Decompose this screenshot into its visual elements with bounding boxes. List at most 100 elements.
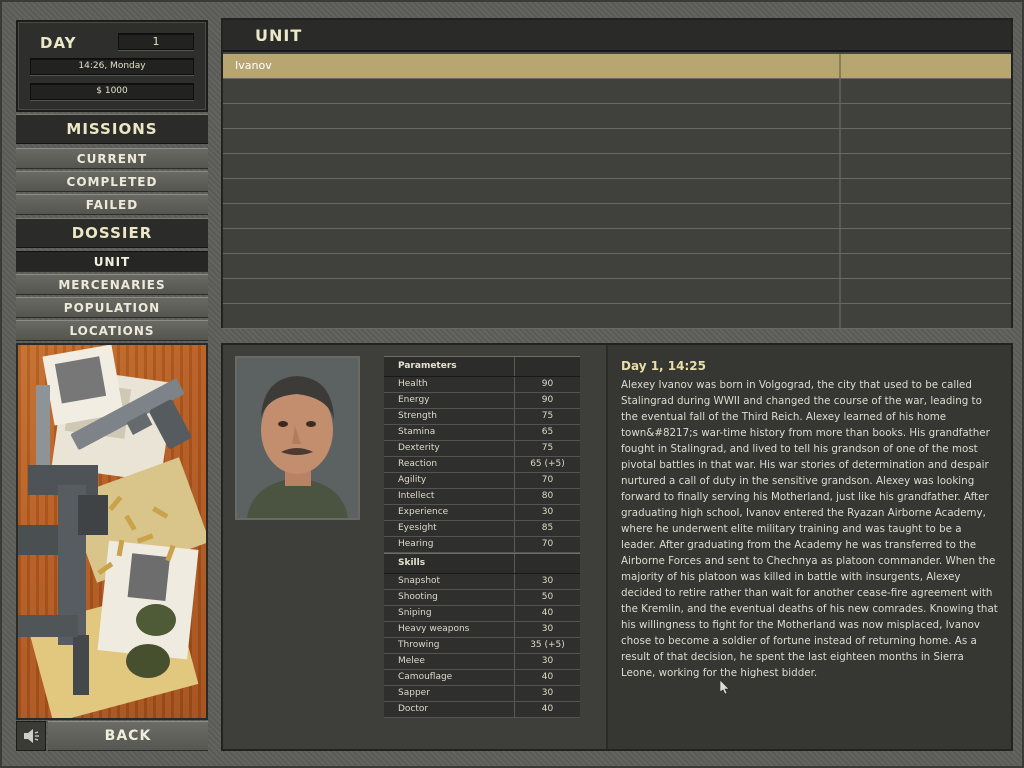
stat-row: Melee 30 [384,654,580,670]
stat-row: Doctor 40 [384,702,580,718]
biography-title: Day 1, 14:25 [621,359,706,373]
dossier-locations-button[interactable]: LOCATIONS [16,320,208,341]
missions-completed-button[interactable]: COMPLETED [16,171,208,192]
weapons-illustration [18,345,206,718]
stat-name: Sniping [384,606,515,621]
stat-value: 30 [541,656,554,666]
dossier-population-button[interactable]: POPULATION [16,297,208,318]
parameters-list: Health 90 Energy 90 Strength 75 Stamina 65 Dexte… [384,377,580,553]
time-display: 14:26, Monday [30,58,194,75]
stat-row: Reaction 65 (+5) [384,457,580,473]
stat-value: 30 [541,688,554,698]
stat-row: Hearing 70 [384,537,580,553]
stat-row: Energy 90 [384,393,580,409]
stat-value: 75 [541,411,554,421]
stat-value: 70 [541,475,554,485]
stat-value: 35 (+5) [530,640,565,650]
dossier-header: DOSSIER [16,218,208,248]
unit-row[interactable] [223,179,1011,204]
unit-name-cell [223,279,841,303]
stat-value: 30 [541,576,554,586]
stat-row: Throwing 35 (+5) [384,638,580,654]
stat-row: Intellect 80 [384,489,580,505]
stat-name: Shooting [384,590,515,605]
stat-value: 90 [541,395,554,405]
unit-detail-panel: Parameters Health 90 Energy 90 Strength 75 Sta… [221,343,1013,751]
stat-name: Intellect [384,489,515,504]
unit-extra-cell [841,179,1011,203]
back-button[interactable]: BACK [48,721,208,751]
back-row: BACK [16,721,208,751]
unit-row[interactable] [223,79,1011,104]
stat-value: 40 [541,672,554,682]
unit-extra-cell [841,54,1011,78]
unit-name-cell [223,229,841,253]
skills-list: Snapshot 30 Shooting 50 Sniping 40 Heavy weapo… [384,574,580,718]
stat-row: Agility 70 [384,473,580,489]
stat-name: Stamina [384,425,515,440]
stat-row: Sapper 30 [384,686,580,702]
status-panel: DAY 1 14:26, Monday $ 1000 [16,20,208,112]
stat-name: Eyesight [384,521,515,536]
unit-name-cell [223,304,841,328]
missions-current-button[interactable]: CURRENT [16,148,208,169]
unit-row[interactable] [223,279,1011,304]
unit-extra-cell [841,204,1011,228]
stat-name: Melee [384,654,515,669]
biography-text: Alexey Ivanov was born in Volgograd, the… [621,379,998,679]
stat-value: 85 [541,523,554,533]
stat-name: Heavy weapons [384,622,515,637]
speaker-icon[interactable] [16,721,46,751]
unit-name-cell [223,104,841,128]
unit-extra-cell [841,129,1011,153]
stat-row: Experience 30 [384,505,580,521]
unit-row[interactable] [223,129,1011,154]
unit-name-cell [223,129,841,153]
missions-failed-button[interactable]: FAILED [16,194,208,215]
stat-row: Sniping 40 [384,606,580,622]
unit-row[interactable] [223,229,1011,254]
stat-value: 70 [541,539,554,549]
stat-name: Agility [384,473,515,488]
unit-extra-cell [841,279,1011,303]
stat-row: Shooting 50 [384,590,580,606]
biography-panel: Day 1, 14:25 Alexey Ivanov was born in V… [606,345,1011,749]
stat-value: 30 [541,507,554,517]
game-screen: DAY 1 14:26, Monday $ 1000 MISSIONS CURR… [0,0,1024,768]
stat-value: 30 [541,624,554,634]
stat-name: Hearing [384,537,515,552]
stat-row: Eyesight 85 [384,521,580,537]
stat-value: 40 [541,608,554,618]
unit-name-cell [223,179,841,203]
stat-row: Strength 75 [384,409,580,425]
dossier-mercenaries-button[interactable]: MERCENARIES [16,274,208,295]
day-label: DAY [40,34,77,52]
unit-row[interactable] [223,154,1011,179]
unit-row[interactable] [223,304,1011,329]
unit-panel: UNIT Ivanov [221,18,1013,329]
stat-name: Camouflage [384,670,515,685]
dossier-artwork [16,343,208,720]
skills-header: Skills [384,553,580,574]
day-counter: 1 [118,33,194,50]
stat-row: Stamina 65 [384,425,580,441]
stat-name: Dexterity [384,441,515,456]
unit-portrait [235,356,360,520]
unit-name-cell [223,154,841,178]
stat-name: Sapper [384,686,515,701]
unit-row[interactable]: Ivanov [223,54,1011,79]
stat-value: 75 [541,443,554,453]
stats-table: Parameters Health 90 Energy 90 Strength 75 Sta… [384,356,580,718]
stat-row: Heavy weapons 30 [384,622,580,638]
unit-row[interactable] [223,254,1011,279]
unit-row[interactable] [223,104,1011,129]
missions-header: MISSIONS [16,114,208,144]
unit-row[interactable] [223,204,1011,229]
money-display: $ 1000 [30,83,194,100]
stat-value: 65 [541,427,554,437]
stat-row: Health 90 [384,377,580,393]
dossier-unit-button[interactable]: UNIT [16,251,208,272]
parameters-header: Parameters [384,356,580,377]
stat-name: Energy [384,393,515,408]
stat-name: Snapshot [384,574,515,589]
